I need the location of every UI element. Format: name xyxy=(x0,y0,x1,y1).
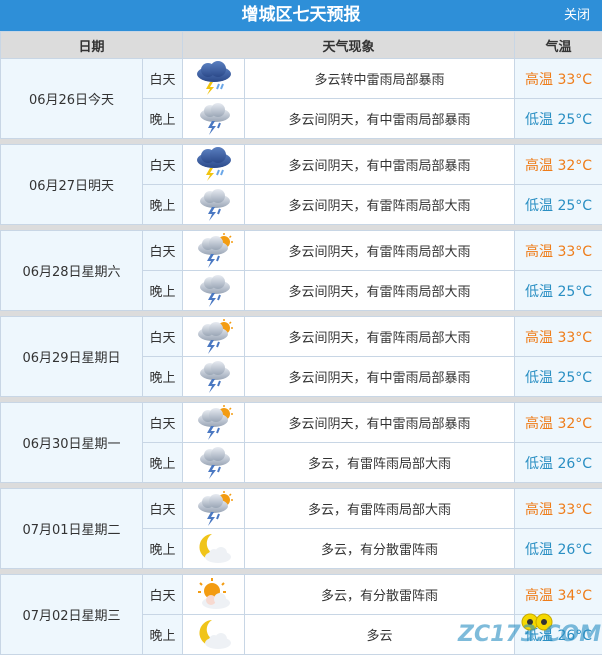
period-label: 晚上 xyxy=(141,442,184,483)
high-temp: 高温 32°C xyxy=(514,402,602,443)
sun-cloud-thunder-icon xyxy=(190,232,238,269)
low-temp: 低温 26°C xyxy=(514,528,602,569)
weather-icon-cell xyxy=(182,402,246,443)
low-temp: 低温 25°C xyxy=(514,184,602,225)
weather-description: 多云间阴天，有中雷雨局部暴雨 xyxy=(244,98,516,139)
forecast-date: 07月01日星期二 xyxy=(0,488,143,569)
forecast-date: 06月27日明天 xyxy=(0,144,143,225)
forecast-date: 06月28日星期六 xyxy=(0,230,143,311)
weather-icon-cell xyxy=(182,184,246,225)
period-label: 白天 xyxy=(141,574,184,615)
high-temp: 高温 32°C xyxy=(514,144,602,185)
forecast-row-day: 06月30日星期一 白天 多云间阴天，有中雷雨局部暴雨 高温 32°C xyxy=(0,402,602,483)
weather-icon-cell xyxy=(182,98,246,139)
cloud-thunder-rain-icon xyxy=(190,359,238,395)
column-header-date: 日期 xyxy=(0,31,184,59)
low-temp: 低温 25°C xyxy=(514,356,602,397)
forecast-row-day: 07月01日星期二 白天 多云，有雷阵雨局部大雨 高温 33°C xyxy=(0,488,602,569)
forecast-date: 06月29日星期日 xyxy=(0,316,143,397)
low-temp: 低温 26°C xyxy=(514,614,602,655)
page-title: 增城区七天预报 xyxy=(241,5,361,25)
period-label: 白天 xyxy=(141,402,184,443)
weather-description: 多云，有雷阵雨局部大雨 xyxy=(244,488,516,529)
column-header-weather: 天气现象 xyxy=(182,31,516,59)
weather-icon-cell xyxy=(182,488,246,529)
table-header-row: 日期 天气现象 气温 xyxy=(0,31,602,59)
weather-icon-cell xyxy=(182,230,246,271)
thunder-rain-icon xyxy=(190,60,238,97)
weather-icon-cell xyxy=(182,574,246,615)
low-temp: 低温 26°C xyxy=(514,442,602,483)
weather-icon-cell xyxy=(182,614,246,655)
weather-description: 多云间阴天，有雷阵雨局部大雨 xyxy=(244,230,516,271)
period-label: 白天 xyxy=(141,316,184,357)
forecast-row-day: 06月28日星期六 白天 多云间阴天，有雷阵雨局部大雨 高温 33°C xyxy=(0,230,602,311)
high-temp: 高温 33°C xyxy=(514,488,602,529)
weather-description: 多云间阴天，有雷阵雨局部大雨 xyxy=(244,184,516,225)
forecast-row-day: 06月29日星期日 白天 多云间阴天，有雷阵雨局部大雨 高温 33°C xyxy=(0,316,602,397)
high-temp: 高温 33°C xyxy=(514,58,602,99)
weather-description: 多云转中雷雨局部暴雨 xyxy=(244,58,516,99)
weather-description: 多云，有分散雷阵雨 xyxy=(244,574,516,615)
weather-icon-cell xyxy=(182,316,246,357)
forecast-table: 日期 天气现象 气温 06月26日今天 白天 多云转中雷雨局部暴雨 高温 33°C 晚上… xyxy=(0,31,602,655)
title-bar: 增城区七天预报 关闭 xyxy=(0,0,602,31)
cloud-thunder-rain-icon xyxy=(190,187,238,223)
low-temp: 低温 25°C xyxy=(514,98,602,139)
weather-icon-cell xyxy=(182,144,246,185)
high-temp: 高温 33°C xyxy=(514,316,602,357)
period-label: 晚上 xyxy=(141,270,184,311)
sun-cloud-thunder-icon xyxy=(190,404,238,441)
period-label: 白天 xyxy=(141,144,184,185)
period-label: 晚上 xyxy=(141,98,184,139)
period-label: 白天 xyxy=(141,58,184,99)
moon-cloud-icon xyxy=(190,617,238,653)
weather-description: 多云间阴天，有中雷雨局部暴雨 xyxy=(244,356,516,397)
forecast-date: 06月26日今天 xyxy=(0,58,143,139)
high-temp: 高温 34°C xyxy=(514,574,602,615)
sun-cloud-icon xyxy=(190,577,238,613)
low-temp: 低温 25°C xyxy=(514,270,602,311)
period-label: 白天 xyxy=(141,488,184,529)
period-label: 晚上 xyxy=(141,614,184,655)
forecast-date: 07月02日星期三 xyxy=(0,574,143,655)
forecast-row-day: 06月26日今天 白天 多云转中雷雨局部暴雨 高温 33°C xyxy=(0,58,602,139)
close-button[interactable]: 关闭 xyxy=(564,0,590,31)
forecast-date: 06月30日星期一 xyxy=(0,402,143,483)
weather-icon-cell xyxy=(182,270,246,311)
period-label: 白天 xyxy=(141,230,184,271)
cloud-thunder-rain-icon xyxy=(190,273,238,309)
weather-description: 多云，有分散雷阵雨 xyxy=(244,528,516,569)
moon-cloud-icon xyxy=(190,531,238,567)
sun-cloud-thunder-icon xyxy=(190,318,238,355)
column-header-temp: 气温 xyxy=(514,31,602,59)
sun-cloud-thunder-icon xyxy=(190,490,238,527)
weather-icon-cell xyxy=(182,528,246,569)
forecast-row-day: 07月02日星期三 白天 多云，有分散雷阵雨 高温 34°C xyxy=(0,574,602,655)
high-temp: 高温 33°C xyxy=(514,230,602,271)
weather-description: 多云间阴天，有雷阵雨局部大雨 xyxy=(244,316,516,357)
period-label: 晚上 xyxy=(141,356,184,397)
thunder-rain-icon xyxy=(190,146,238,183)
cloud-thunder-rain-icon xyxy=(190,101,238,137)
period-label: 晚上 xyxy=(141,528,184,569)
forecast-row-day: 06月27日明天 白天 多云间阴天，有中雷雨局部暴雨 高温 32°C xyxy=(0,144,602,225)
cloud-thunder-rain-icon xyxy=(190,445,238,481)
weather-icon-cell xyxy=(182,58,246,99)
weather-description: 多云间阴天，有中雷雨局部暴雨 xyxy=(244,144,516,185)
weather-description: 多云间阴天，有雷阵雨局部大雨 xyxy=(244,270,516,311)
period-label: 晚上 xyxy=(141,184,184,225)
weather-description: 多云，有雷阵雨局部大雨 xyxy=(244,442,516,483)
weather-icon-cell xyxy=(182,442,246,483)
weather-icon-cell xyxy=(182,356,246,397)
weather-description: 多云 xyxy=(244,614,516,655)
weather-description: 多云间阴天，有中雷雨局部暴雨 xyxy=(244,402,516,443)
